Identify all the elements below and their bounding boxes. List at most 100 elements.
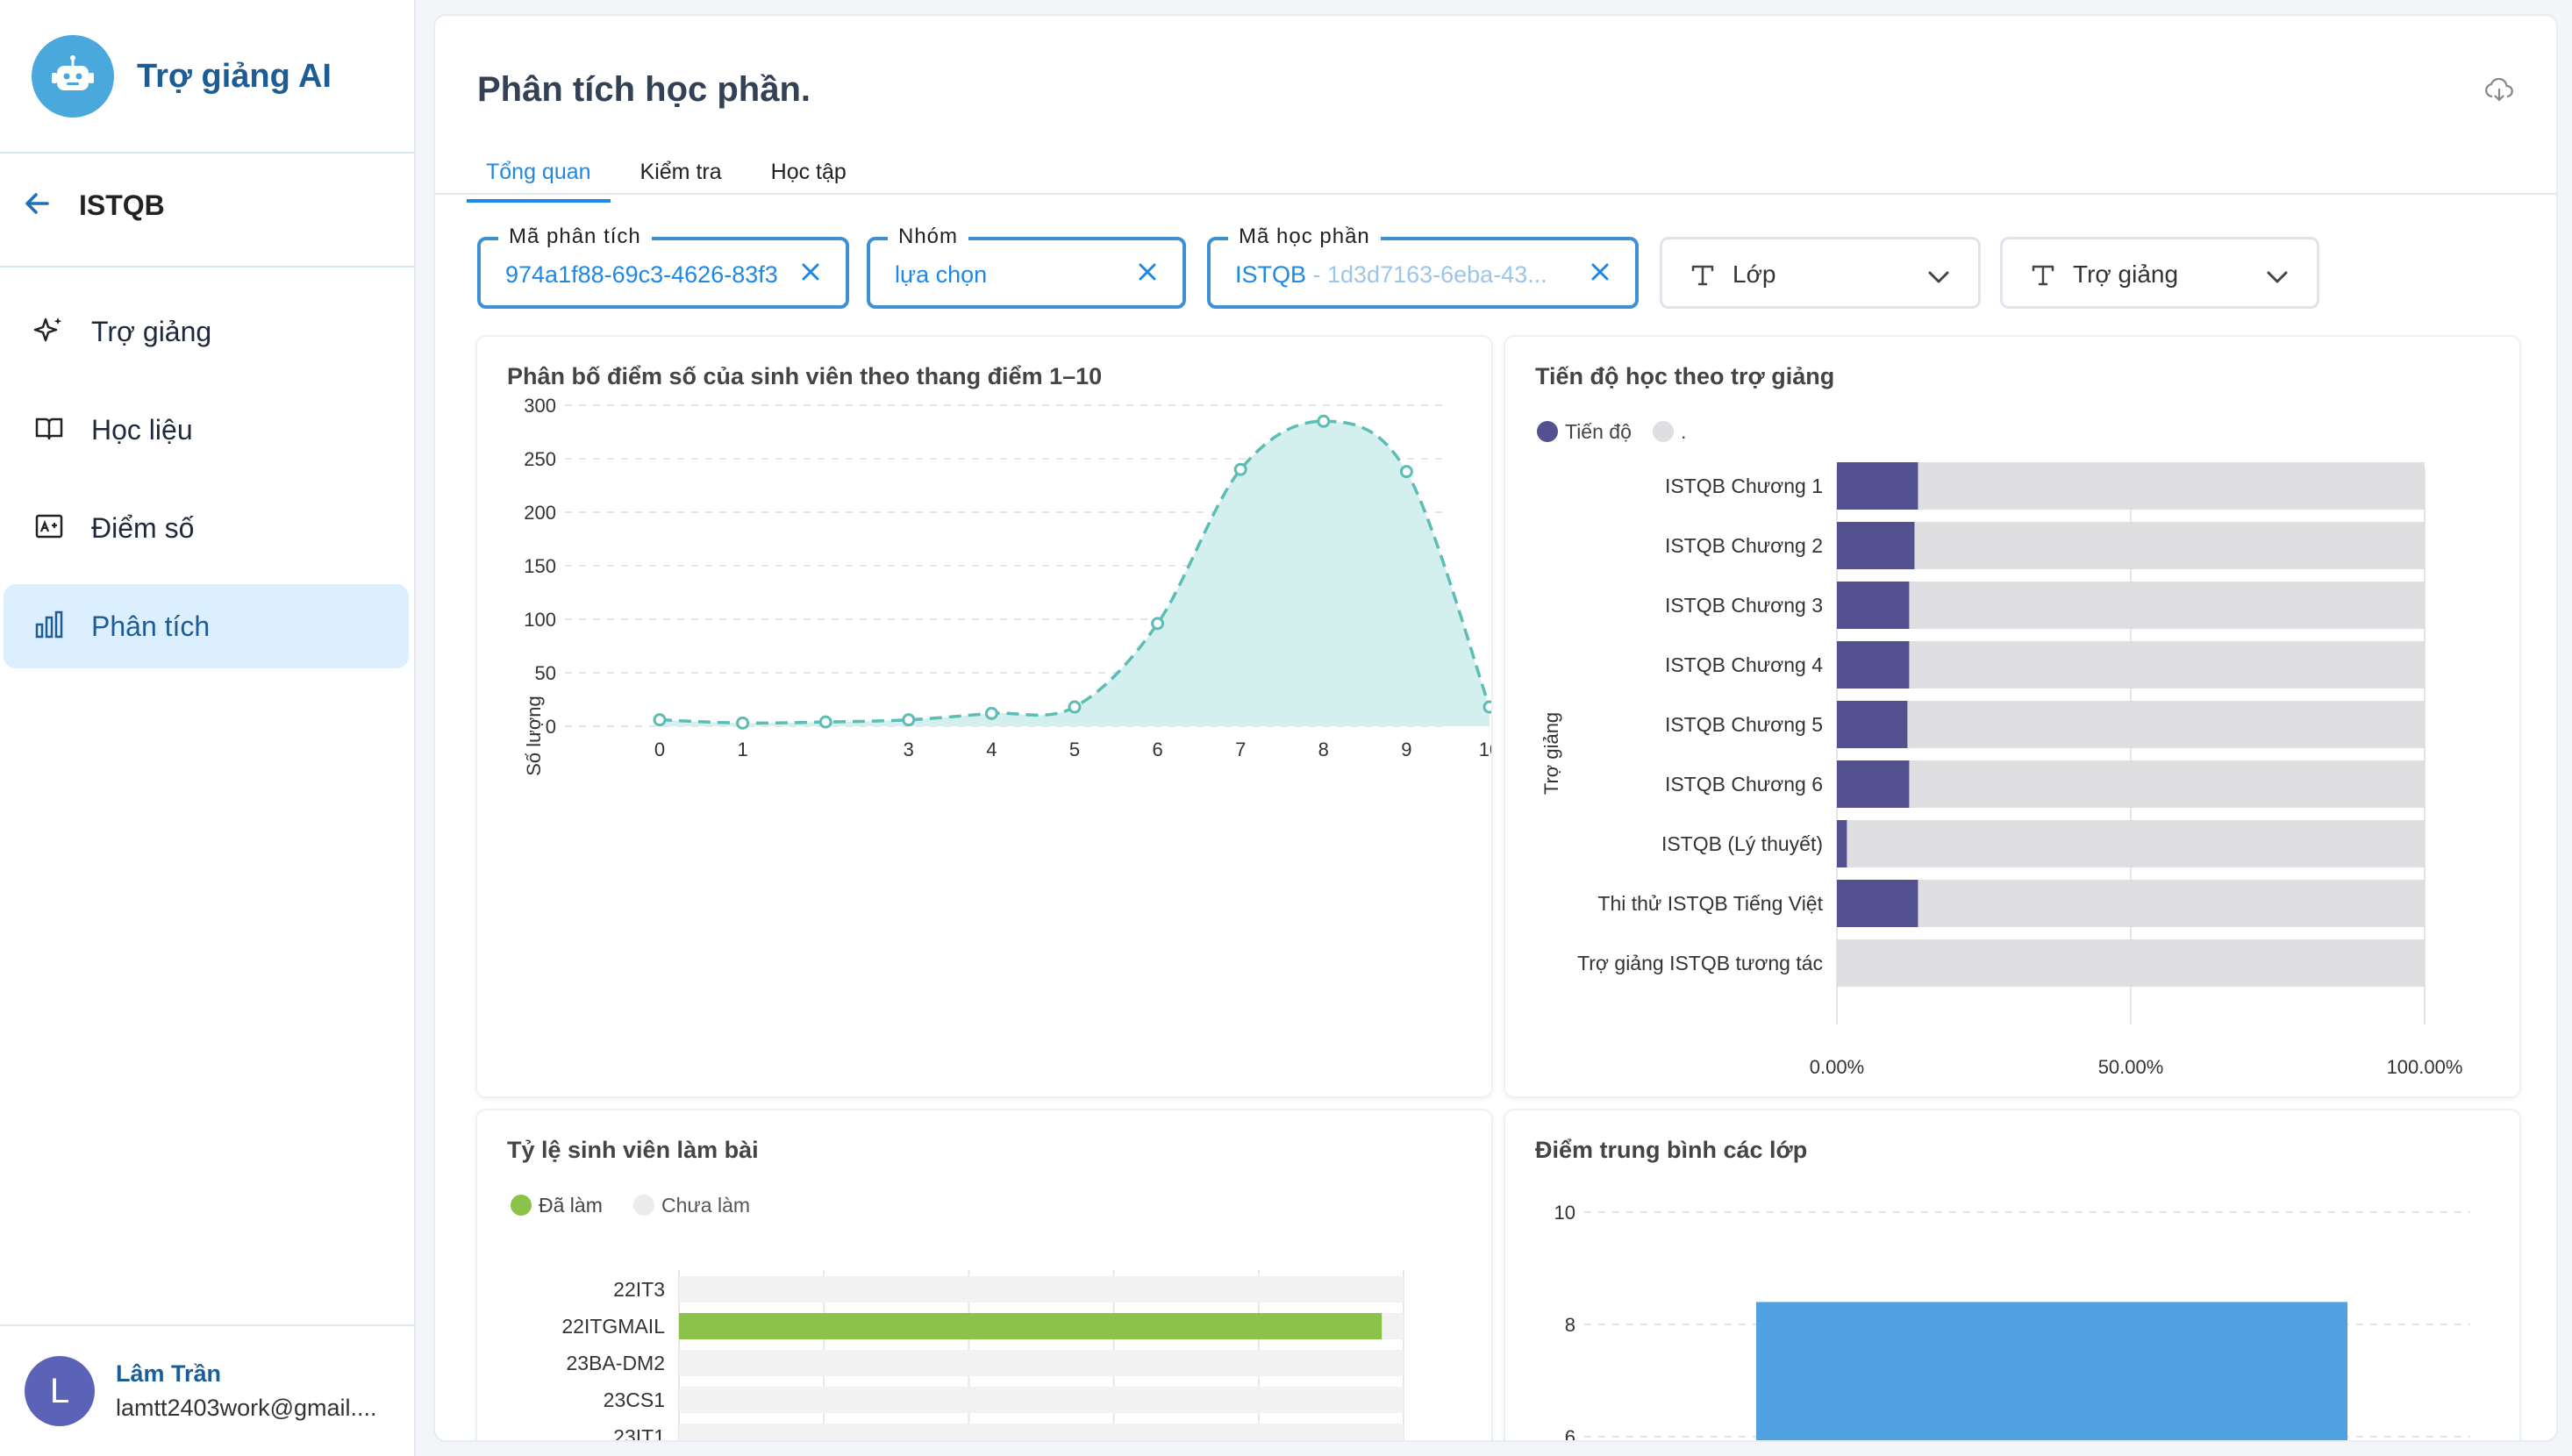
data-point: [984, 706, 998, 720]
data-point: [902, 713, 916, 727]
category-label: ISTQB Chương 3: [1665, 594, 1823, 617]
bar-background: [1837, 641, 2425, 689]
bar: [679, 1313, 1382, 1339]
ta-select[interactable]: Trợ giảng: [2000, 237, 2319, 309]
field-value: lựa chọn: [895, 261, 988, 288]
bar-chart-icon: [33, 609, 65, 645]
bar: [1756, 1302, 2347, 1440]
data-point: [1233, 462, 1247, 476]
category-label: ISTQB (Lý thuyết): [1661, 832, 1823, 855]
course-id-field[interactable]: Mã học phần ISTQB - 1d3d7163-6eba-43...: [1207, 225, 1639, 309]
sidebar-item-tro-giang[interactable]: Trợ giảng: [4, 289, 409, 374]
y-tick-label: 8: [1565, 1314, 1575, 1336]
category-label: ISTQB Chương 5: [1665, 713, 1823, 736]
y-axis-label: Số lượng: [523, 696, 545, 776]
page-title: Phân tích học phần.: [477, 70, 811, 109]
user-email: lamtt2403work@gmail....: [116, 1395, 377, 1421]
x-tick-label: 1: [737, 739, 747, 760]
class-select[interactable]: Lớp: [1660, 237, 1981, 309]
category-label: ISTQB Chương 1: [1665, 475, 1823, 497]
legend-swatch-remaining: [1653, 421, 1674, 442]
sidebar-item-label: Phân tích: [91, 610, 211, 642]
category-label: 23IT1: [613, 1425, 665, 1442]
chevron-down-icon[interactable]: [2264, 264, 2290, 295]
analysis-id-field[interactable]: Mã phân tích 974a1f88-69c3-4626-83f3: [477, 225, 849, 309]
book-icon: [33, 412, 65, 448]
ta-progress-chart: Tiến độ . ISTQB Chương 1 ISTQB Chương 2 IS…: [1537, 420, 2463, 1078]
user-profile[interactable]: L Lâm Trần lamtt2403work@gmail....: [0, 1324, 416, 1456]
category-label: 23CS1: [604, 1388, 665, 1411]
bar: [1837, 582, 1910, 629]
class-average-chart: 6 8 10 inh: [1554, 1202, 2470, 1442]
y-tick-label: 100: [524, 609, 556, 631]
sidebar-item-hoc-lieu[interactable]: Học liệu: [4, 388, 409, 472]
legend-swatch-done: [511, 1195, 532, 1216]
chevron-down-icon[interactable]: [1925, 264, 1952, 295]
sidebar-item-phan-tich[interactable]: Phân tích: [4, 584, 409, 668]
field-value: 974a1f88-69c3-4626-83f3: [505, 261, 778, 288]
clear-icon[interactable]: [1588, 260, 1612, 289]
x-tick-label: 0.00%: [1810, 1056, 1864, 1078]
avatar[interactable]: L: [25, 1356, 95, 1426]
x-tick-label: 50.00%: [2098, 1056, 2164, 1078]
bar: [1837, 760, 1910, 808]
course-name: ISTQB: [79, 189, 165, 221]
bar: [1837, 880, 1918, 927]
category-label: ISTQB Chương 6: [1665, 773, 1823, 796]
x-tick-label: 0: [654, 739, 665, 760]
y-tick-label: 10: [1554, 1202, 1575, 1224]
sidebar-nav: Trợ giảng Học liệu Điểm số Phân tích: [4, 289, 409, 682]
tabs-divider: [435, 193, 2556, 195]
category-label: 22ITGMAIL: [561, 1315, 665, 1338]
field-label: Mã học phần: [1228, 225, 1381, 249]
clear-icon[interactable]: [1135, 260, 1160, 289]
brand-name: Trợ giảng AI: [137, 57, 332, 95]
clear-icon[interactable]: [798, 260, 823, 289]
x-tick-label: 9: [1401, 739, 1411, 760]
data-point: [1482, 700, 1491, 714]
x-tick-label: 100.00%: [2387, 1056, 2463, 1078]
group-field[interactable]: Nhóm lựa chọn: [867, 225, 1186, 309]
class-average-card: Điểm trung bình các lớp 6 8 10 inh: [1504, 1109, 2521, 1442]
y-tick-label: 6: [1565, 1426, 1575, 1442]
y-tick-label: 50: [535, 662, 556, 684]
y-tick-label: 250: [524, 448, 556, 470]
category-label: ISTQB Chương 2: [1665, 534, 1823, 557]
bar-background: [679, 1276, 1404, 1303]
brand[interactable]: Trợ giảng AI: [32, 35, 332, 118]
legend-label: Đã làm: [539, 1194, 603, 1217]
data-point: [1151, 617, 1165, 631]
sidebar: Trợ giảng AI ISTQB Trợ giảng Học liệu Đi…: [0, 0, 416, 1456]
category-label: Trợ giảng ISTQB tương tác: [1577, 952, 1823, 974]
bar-background: [679, 1387, 1404, 1413]
sparkle-icon: [33, 314, 65, 350]
x-tick-label: 3: [904, 739, 914, 760]
text-type-icon: [2029, 261, 2057, 293]
data-point: [653, 713, 667, 727]
select-value: Trợ giảng: [2073, 261, 2179, 288]
user-name: Lâm Trần: [116, 1360, 222, 1387]
cloud-download-icon[interactable]: [2484, 75, 2514, 110]
submission-ratio-chart: Đã làm Chưa làm 22IT3 22ITGMAIL 23BA-DM2 23…: [511, 1194, 1404, 1442]
score-distribution-chart: 0 50 100 150 200 250 300 0 1 3 4 5 6 7 8 9 10 Số lượng: [523, 395, 1491, 776]
x-tick-label: 4: [986, 739, 997, 760]
text-type-icon: [1689, 261, 1717, 293]
bar-background: [1837, 701, 2425, 748]
legend-swatch-progress: [1537, 421, 1558, 442]
legend-swatch-not-done: [633, 1195, 654, 1216]
bar-background: [679, 1350, 1404, 1376]
bar-background: [1837, 522, 2425, 569]
bar-background: [679, 1424, 1404, 1440]
sidebar-item-diem-so[interactable]: Điểm số: [4, 486, 409, 570]
course-uuid: - 1d3d7163-6eba-43...: [1306, 261, 1547, 288]
bar-background: [1837, 760, 2425, 808]
area-fill: [660, 421, 1490, 726]
bar-background: [1837, 820, 2425, 867]
legend-label: Chưa làm: [661, 1194, 750, 1217]
back-to-course[interactable]: ISTQB: [21, 188, 165, 224]
field-label: Nhóm: [888, 225, 969, 249]
field-value: ISTQB - 1d3d7163-6eba-43...: [1235, 261, 1577, 289]
bar-background: [1837, 939, 2425, 987]
divider: [0, 266, 416, 268]
arrow-left-icon[interactable]: [21, 188, 53, 224]
